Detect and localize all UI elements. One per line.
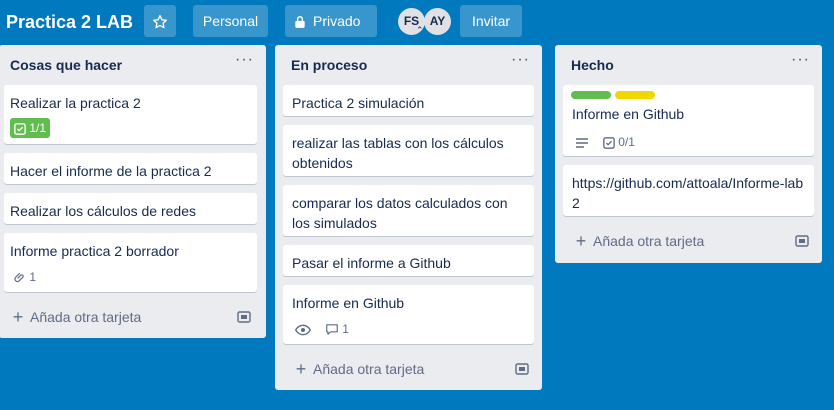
add-card-label: Añada otra tarjeta <box>30 309 142 325</box>
add-card-label: Añada otra tarjeta <box>593 233 705 249</box>
list-title[interactable]: Hecho <box>571 57 614 73</box>
visibility-private-button[interactable]: Privado <box>285 5 377 37</box>
card-title: Informe en Github <box>572 106 685 122</box>
comment-count: 1 <box>342 322 349 336</box>
plus-icon: + <box>575 231 587 251</box>
list-header: Cosas que hacer ··· <box>0 45 266 83</box>
card[interactable]: Informe en Github 1 <box>283 285 534 344</box>
paperclip-icon <box>14 273 24 283</box>
checklist-badge: 1/1 <box>10 118 51 138</box>
card[interactable]: Practica 2 simulación <box>283 85 534 116</box>
card-title: comparar los datos calculados con los si… <box>292 195 508 231</box>
invite-button[interactable]: Invitar <box>460 5 522 37</box>
add-card-label: Añada otra tarjeta <box>313 361 425 377</box>
list-hecho: Hecho ··· Informe en Github 0/1 https://… <box>555 45 822 263</box>
list-title[interactable]: En proceso <box>291 57 367 73</box>
checklist-icon <box>14 122 26 135</box>
visibility-label: Privado <box>313 13 361 29</box>
card-template-icon[interactable] <box>795 234 809 248</box>
checklist-icon <box>603 136 615 149</box>
description-icon <box>576 138 588 148</box>
card[interactable]: Pasar el informe a Github <box>283 245 534 276</box>
label-green[interactable] <box>571 91 611 99</box>
card[interactable]: comparar los datos calculados con los si… <box>283 185 534 236</box>
add-card-button[interactable]: + Añada otra tarjeta <box>4 303 257 331</box>
avatar-member-2[interactable]: AY <box>424 8 451 35</box>
list-header: En proceso ··· <box>275 45 542 83</box>
card-title: Realizar la practica 2 <box>10 95 141 111</box>
star-icon <box>153 15 167 29</box>
admin-chevron-icon: ⌃ <box>416 25 424 35</box>
card-title: Informe en Github <box>292 295 405 311</box>
board-header: Practica 2 LAB Personal Privado FS AY ⌃ … <box>0 0 834 44</box>
card-title: Hacer el informe de la practica 2 <box>10 163 212 179</box>
label-yellow[interactable] <box>615 91 655 99</box>
star-button[interactable] <box>144 5 176 37</box>
list-menu-icon[interactable]: ··· <box>235 51 254 69</box>
checklist-count: 0/1 <box>618 135 635 149</box>
card-title: Practica 2 simulación <box>292 95 425 111</box>
card-title: realizar las tablas con los cálculos obt… <box>292 135 504 171</box>
list-header: Hecho ··· <box>555 45 822 83</box>
board-title[interactable]: Practica 2 LAB <box>6 9 133 35</box>
card-template-icon[interactable] <box>237 310 251 324</box>
list-menu-icon[interactable]: ··· <box>791 51 810 69</box>
list-menu-icon[interactable]: ··· <box>511 51 530 69</box>
card-title: Pasar el informe a Github <box>292 255 451 271</box>
team-personal-button[interactable]: Personal <box>193 5 268 37</box>
card[interactable]: Informe en Github 0/1 <box>563 85 814 156</box>
card[interactable]: Hacer el informe de la practica 2 <box>4 153 257 184</box>
list-title[interactable]: Cosas que hacer <box>10 57 122 73</box>
list-cosas-que-hacer: Cosas que hacer ··· Realizar la practica… <box>0 45 266 338</box>
checklist-count: 1/1 <box>29 121 47 135</box>
lock-icon <box>295 16 305 29</box>
card[interactable]: https://github.com/attoala/Informe-lab2 <box>563 165 814 216</box>
plus-icon: + <box>295 359 307 379</box>
comment-badge: 1 <box>325 319 349 339</box>
watching-badge <box>294 319 312 339</box>
card[interactable]: realizar las tablas con los cálculos obt… <box>283 125 534 176</box>
list-en-proceso: En proceso ··· Practica 2 simulación rea… <box>275 45 542 390</box>
card[interactable]: Realizar la practica 2 1/1 <box>4 85 257 144</box>
add-card-button[interactable]: + Añada otra tarjeta <box>283 355 536 383</box>
card[interactable]: Realizar los cálculos de redes <box>4 193 257 224</box>
plus-icon: + <box>12 307 24 327</box>
card-title: Informe practica 2 borrador <box>10 243 179 259</box>
card-title: Realizar los cálculos de redes <box>10 203 196 219</box>
checklist-badge: 0/1 <box>603 132 635 152</box>
description-badge <box>575 132 589 152</box>
eye-icon <box>294 324 312 336</box>
attachment-count: 1 <box>29 270 37 284</box>
card-title: https://github.com/attoala/Informe-lab2 <box>572 175 804 211</box>
add-card-button[interactable]: + Añada otra tarjeta <box>563 227 816 255</box>
card-template-icon[interactable] <box>515 362 529 376</box>
comment-icon <box>326 324 338 336</box>
card[interactable]: Informe practica 2 borrador 1 <box>4 233 257 292</box>
attachment-badge: 1 <box>14 267 36 287</box>
